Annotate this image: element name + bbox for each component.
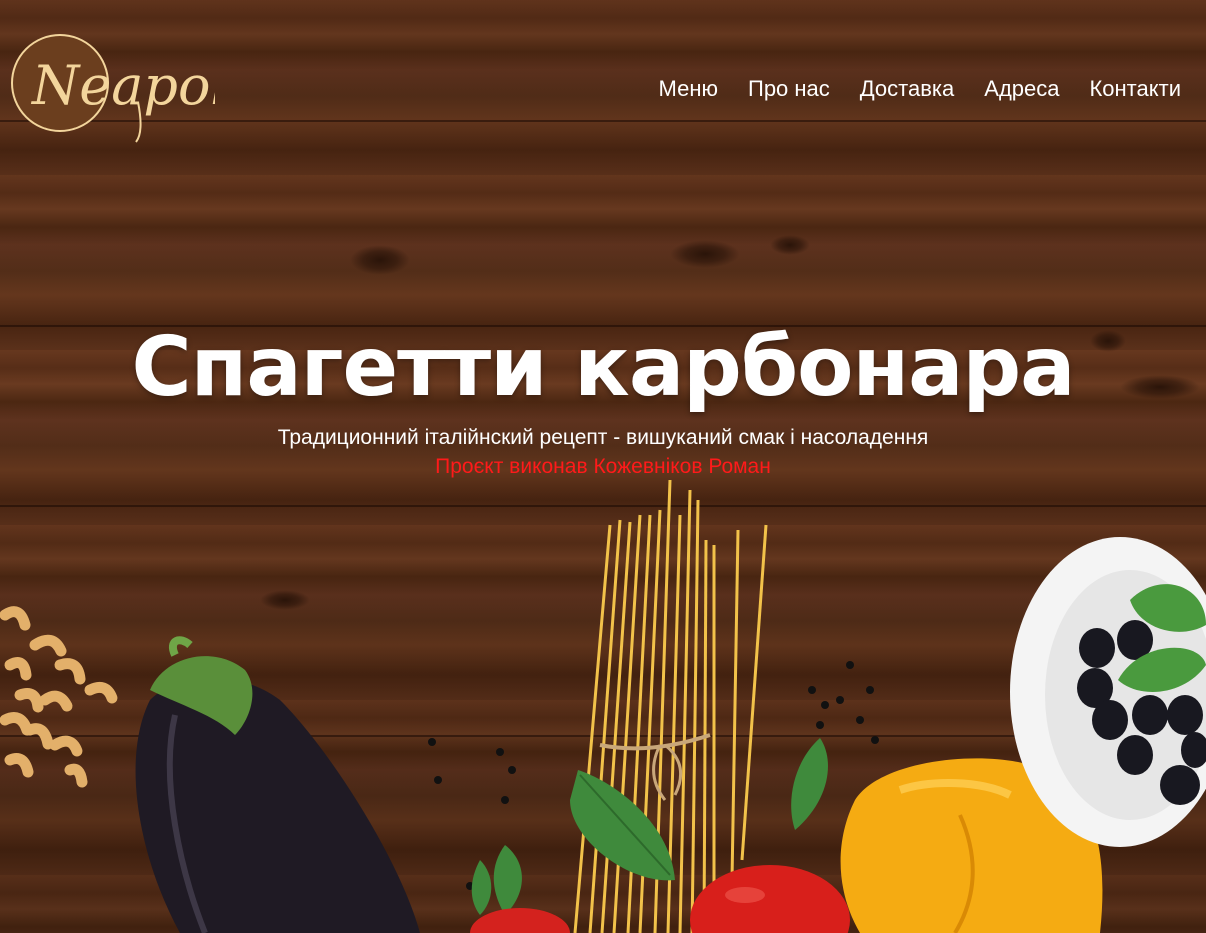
macaroni-image xyxy=(0,606,118,788)
hero-section: Neapol Меню Про нас Доставка Адреса Конт… xyxy=(0,0,1206,933)
hero-credit: Проєкт виконав Кожевніков Роман xyxy=(435,455,771,478)
hero-title: Спагетти карбонара xyxy=(131,320,1076,415)
eggplant-image xyxy=(135,636,421,933)
hero-subtitle: Традиционний італійнский рецепт - вишука… xyxy=(277,426,929,449)
